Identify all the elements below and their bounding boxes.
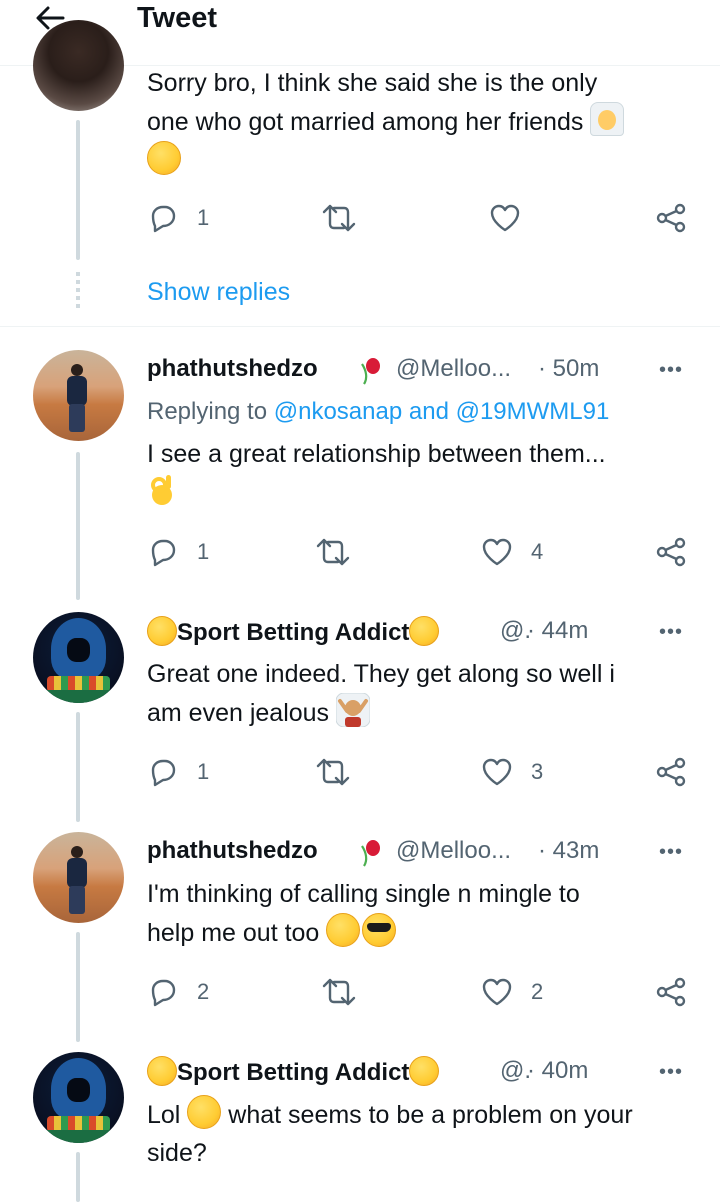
grinning-sweat-emoji-icon	[147, 141, 181, 175]
reply-icon	[151, 205, 176, 233]
author-name[interactable]: Sport Betting Addict	[147, 616, 440, 648]
sunglasses-emoji-icon	[362, 913, 397, 947]
share-button[interactable]	[655, 754, 687, 790]
more-options-button[interactable]: •••	[651, 360, 691, 390]
timestamp[interactable]: · 50m	[538, 354, 599, 384]
like-count: 2	[531, 979, 544, 1004]
retweet-icon	[322, 204, 356, 232]
like-button[interactable]: 2	[481, 974, 543, 1010]
rose-emoji-icon	[356, 356, 384, 386]
like-button[interactable]	[489, 200, 521, 236]
rose-emoji-icon	[356, 838, 384, 868]
show-replies-link[interactable]: Show replies	[147, 274, 290, 310]
author-name[interactable]: Sport Betting Addict	[147, 1056, 440, 1088]
money-mouth-emoji-icon	[409, 616, 440, 646]
money-mouth-emoji-icon	[147, 1056, 177, 1086]
reply-count: 2	[197, 979, 210, 1004]
avatar[interactable]	[33, 350, 124, 441]
like-icon	[482, 538, 512, 566]
author-name[interactable]: phathutshedzo	[147, 354, 318, 384]
reply-mention-link[interactable]: @nkosanap and @19MWML91	[274, 398, 610, 425]
avatar[interactable]	[33, 20, 124, 111]
bride-emoji-icon	[590, 102, 625, 136]
thread-line	[76, 1152, 80, 1202]
like-count: 3	[531, 759, 544, 784]
author-name[interactable]: phathutshedzo	[147, 836, 318, 866]
thread-line	[76, 452, 80, 600]
retweet-button[interactable]	[315, 754, 351, 790]
author-handle[interactable]: @Melloo...	[396, 836, 511, 866]
share-button[interactable]	[655, 534, 687, 570]
reply-button[interactable]: 1	[147, 534, 209, 570]
tweet-text: Sorry bro, I think she said she is the o…	[147, 64, 692, 180]
like-icon	[490, 204, 520, 232]
reply-count: 1	[197, 539, 210, 564]
timestamp[interactable]: · 40m	[527, 1056, 588, 1086]
more-options-button[interactable]: •••	[651, 1062, 691, 1092]
thread-line	[76, 712, 80, 822]
thread-line	[76, 932, 80, 1042]
avatar[interactable]	[33, 612, 124, 703]
timestamp[interactable]: · 43m	[538, 836, 599, 866]
like-button[interactable]: 4	[481, 534, 543, 570]
share-icon	[656, 537, 686, 567]
like-count: 4	[531, 539, 544, 564]
money-mouth-emoji-icon	[147, 616, 177, 646]
reply-icon	[151, 979, 176, 1007]
more-options-button[interactable]: •••	[651, 842, 691, 872]
thread-gap-dots	[76, 272, 80, 308]
page-title: Tweet	[137, 2, 218, 34]
replying-to: Replying to @nkosanap and @19MWML91	[147, 398, 610, 425]
avatar[interactable]	[33, 832, 124, 923]
share-icon	[656, 977, 686, 1007]
divider	[0, 326, 720, 327]
tweet-text: I see a great relationship between them.…	[147, 435, 692, 512]
avatar[interactable]	[33, 1052, 124, 1143]
reply-icon	[151, 539, 176, 567]
retweet-icon	[316, 758, 350, 786]
like-icon	[482, 758, 512, 786]
tweet-text: Great one indeed. They get along so well…	[147, 660, 615, 728]
laughing-emoji-icon	[187, 1095, 222, 1129]
reply-count: 1	[197, 759, 210, 784]
timestamp[interactable]: · 44m	[527, 616, 588, 646]
share-icon	[656, 757, 686, 787]
thread-line	[76, 120, 80, 260]
reply-count: 1	[197, 205, 210, 230]
retweet-button[interactable]	[315, 534, 351, 570]
retweet-icon	[316, 538, 350, 566]
share-button[interactable]	[655, 974, 687, 1010]
like-button[interactable]: 3	[481, 754, 543, 790]
reply-button[interactable]: 1	[147, 754, 209, 790]
share-button[interactable]	[655, 200, 687, 236]
author-handle[interactable]: @Melloo...	[396, 354, 511, 384]
more-options-button[interactable]: •••	[651, 622, 691, 652]
like-icon	[482, 978, 512, 1006]
retweet-button[interactable]	[321, 200, 357, 236]
winking-tongue-emoji-icon	[326, 913, 361, 947]
tweet-text: I'm thinking of calling single n mingle …	[147, 880, 580, 947]
money-mouth-emoji-icon	[409, 1056, 440, 1086]
retweet-button[interactable]	[321, 974, 357, 1010]
retweet-icon	[322, 978, 356, 1006]
tweet-text: Lol what seems to be a problem on your s…	[147, 1095, 692, 1172]
ok-hand-emoji-icon	[147, 473, 177, 507]
reply-icon	[151, 759, 176, 787]
person-gesturing-emoji-icon	[335, 692, 371, 728]
reply-button[interactable]: 2	[147, 974, 209, 1010]
share-icon	[656, 203, 686, 233]
reply-button[interactable]: 1	[147, 200, 209, 236]
